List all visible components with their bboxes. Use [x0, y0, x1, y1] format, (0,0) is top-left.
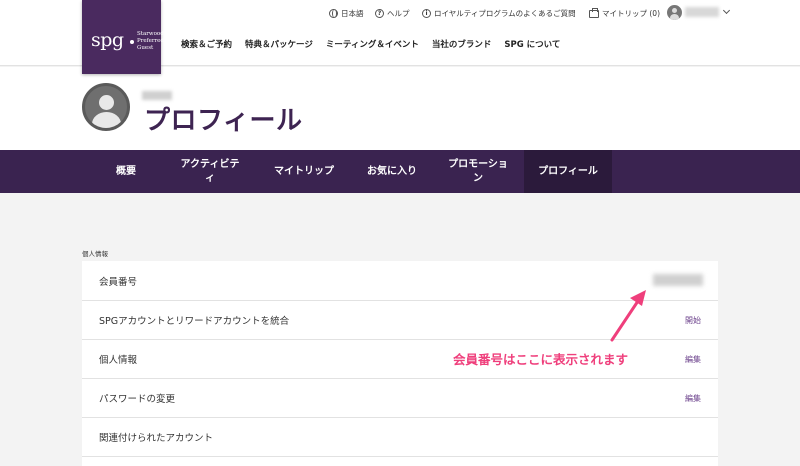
- logo-dot: [130, 40, 134, 44]
- account-menu[interactable]: [667, 4, 731, 20]
- language-label: 日本語: [341, 8, 364, 18]
- section-label: 個人情報: [82, 250, 108, 258]
- main-nav: 検索＆ご予約 特典＆パッケージ ミーティング＆イベント 当社のブランド SPG …: [181, 38, 573, 50]
- redacted-member-name: [142, 91, 172, 100]
- logo-subtitle: Starwood Preferred Guest: [137, 31, 164, 51]
- profile-avatar: [82, 83, 130, 131]
- info-icon: i: [422, 8, 431, 18]
- language-selector[interactable]: 日本語: [329, 6, 364, 20]
- list-item-change-password[interactable]: パスワードの変更 編集: [82, 378, 718, 418]
- faq-link[interactable]: i ロイヤルティプログラムのよくあるご質問: [422, 6, 576, 20]
- account-subnav: 概要 アクティビティ マイトリップ お気に入り プロモーション プロフィール: [0, 150, 800, 193]
- nav-offers-packages[interactable]: 特典＆パッケージ: [245, 38, 313, 50]
- edit-link[interactable]: 編集: [685, 393, 701, 404]
- logo-text: spg: [91, 29, 124, 51]
- tab-overview[interactable]: 概要: [95, 150, 157, 193]
- list-item-linked-accounts[interactable]: 関連付けられたアカウント: [82, 417, 718, 457]
- help-label: ヘルプ: [387, 8, 410, 18]
- annotation-arrow-icon: [610, 290, 646, 342]
- spg-logo[interactable]: spg Starwood Preferred Guest: [82, 0, 164, 74]
- nav-about-spg[interactable]: SPG について: [504, 38, 560, 50]
- tab-my-trips[interactable]: マイトリップ: [263, 150, 345, 193]
- nav-search-booking[interactable]: 検索＆ご予約: [181, 38, 232, 50]
- my-trips-label: マイトリップ (0): [602, 8, 661, 18]
- tab-promotions[interactable]: プロモーション: [440, 150, 516, 193]
- faq-label: ロイヤルティプログラムのよくあるご質問: [434, 8, 576, 18]
- tab-profile[interactable]: プロフィール: [524, 150, 612, 193]
- tab-favorites[interactable]: お気に入り: [354, 150, 430, 193]
- suitcase-icon: [589, 8, 599, 18]
- page-title: プロフィール: [144, 106, 303, 136]
- nav-meetings-events[interactable]: ミーティング＆イベント: [326, 38, 419, 50]
- nav-our-brands[interactable]: 当社のブランド: [432, 38, 492, 50]
- annotation-text: 会員番号はここに表示されます: [453, 352, 629, 367]
- help-icon: ?: [375, 8, 384, 18]
- help-link[interactable]: ? ヘルプ: [375, 6, 410, 20]
- start-link[interactable]: 開始: [685, 315, 701, 326]
- my-trips-link[interactable]: マイトリップ (0): [589, 6, 660, 20]
- redacted-username: [685, 7, 719, 17]
- edit-link[interactable]: 編集: [685, 354, 701, 365]
- globe-icon: [329, 8, 338, 18]
- chevron-down-icon: [722, 6, 731, 15]
- avatar: [667, 4, 682, 20]
- tab-activity[interactable]: アクティビティ: [171, 150, 249, 193]
- redacted-member-number: [653, 274, 703, 286]
